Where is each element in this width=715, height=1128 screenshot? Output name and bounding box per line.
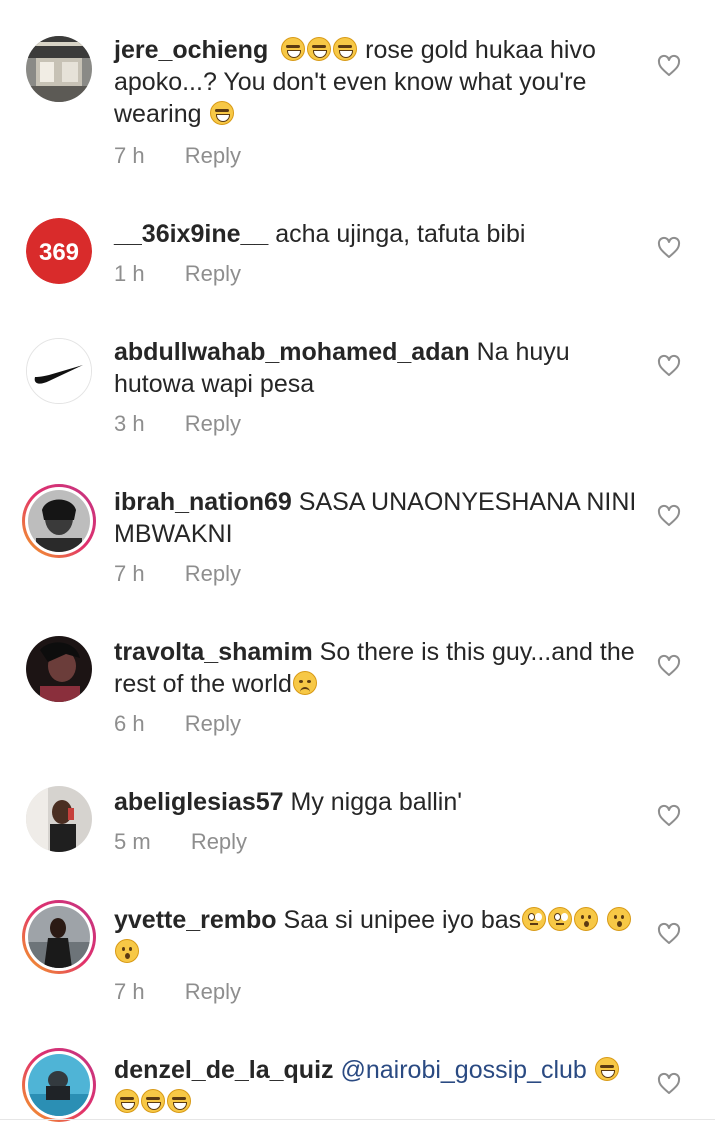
- comment-meta: 7 h Reply: [114, 978, 241, 1006]
- comment-text: __36ix9ine__ acha ujinga, tafuta bibi: [114, 218, 644, 250]
- comment-meta: 7 h Reply: [114, 142, 241, 170]
- reply-button[interactable]: Reply: [185, 978, 241, 1006]
- eye-roll-emoji-icon: [522, 907, 547, 931]
- reply-button[interactable]: Reply: [185, 560, 241, 588]
- laughing-emoji-icon: [333, 37, 358, 61]
- comment-username[interactable]: denzel_de_la_quiz: [114, 1056, 334, 1084]
- avatar[interactable]: [26, 338, 92, 404]
- reply-button[interactable]: Reply: [185, 410, 241, 438]
- avatar[interactable]: [26, 636, 92, 702]
- laughing-emoji-icon: [141, 1089, 165, 1113]
- comment-username[interactable]: jere_ochieng: [114, 36, 268, 64]
- comment-time: 6 h: [114, 711, 145, 736]
- like-heart-icon[interactable]: [657, 354, 681, 378]
- crying-emoji-icon: [292, 671, 317, 695]
- story-ring-avatar[interactable]: [22, 1048, 96, 1122]
- reply-button[interactable]: Reply: [185, 142, 241, 170]
- eye-roll-emoji-icon: [548, 907, 573, 931]
- comment-time: 7 h: [114, 143, 145, 168]
- comment-body: acha ujinga, tafuta bibi: [268, 220, 526, 248]
- comment-meta: 5 m Reply: [114, 828, 247, 856]
- nike-swoosh-icon: [27, 339, 91, 403]
- reply-button[interactable]: Reply: [191, 828, 247, 856]
- comment-meta: 6 h Reply: [114, 710, 241, 738]
- svg-text:369: 369: [39, 239, 79, 266]
- profile-photo-icon: [28, 490, 90, 552]
- comment-time: 5 m: [114, 829, 151, 854]
- comment-username[interactable]: ibrah_nation69: [114, 488, 292, 516]
- red-369-logo-icon: 369: [26, 218, 92, 284]
- surprised-emoji-icon: [115, 939, 139, 963]
- laughing-emoji-icon: [281, 37, 306, 61]
- comment-text: yvette_rembo Saa si unipee iyo bas: [114, 904, 644, 968]
- comment-username[interactable]: travolta_shamim: [114, 638, 313, 666]
- laughing-emoji-icon: [307, 37, 332, 61]
- comment-username[interactable]: yvette_rembo: [114, 906, 277, 934]
- comment-time: 7 h: [114, 979, 145, 1004]
- surprised-emoji-icon: [607, 907, 632, 931]
- like-heart-icon[interactable]: [657, 922, 681, 946]
- like-heart-icon[interactable]: [657, 804, 681, 828]
- profile-photo-icon: [28, 906, 90, 968]
- comment-text: jere_ochieng rose gold hukaa hivo apoko.…: [114, 34, 644, 130]
- comment-time: 7 h: [114, 561, 145, 586]
- laughing-emoji-icon: [209, 101, 234, 125]
- comment-username[interactable]: __36ix9ine__: [114, 220, 268, 248]
- laughing-emoji-icon: [167, 1089, 191, 1113]
- like-heart-icon[interactable]: [657, 54, 681, 78]
- mention-link[interactable]: @nairobi_gossip_club: [334, 1056, 586, 1084]
- like-heart-icon[interactable]: [657, 504, 681, 528]
- reply-button[interactable]: Reply: [185, 260, 241, 288]
- comment-text: travolta_shamim So there is this guy...a…: [114, 636, 644, 700]
- comment-time: 1 h: [114, 261, 145, 286]
- comment-meta: 3 h Reply: [114, 410, 241, 438]
- comment-text: abdullwahab_mohamed_adan Na huyu hutowa …: [114, 336, 644, 400]
- profile-photo-icon: [26, 636, 92, 702]
- office-interior-avatar-icon: [26, 36, 92, 102]
- comment-text: ibrah_nation69 SASA UNAONYESHANA NINI MB…: [114, 486, 644, 550]
- like-heart-icon[interactable]: [657, 1072, 681, 1096]
- reply-button[interactable]: Reply: [185, 710, 241, 738]
- divider: [0, 1119, 715, 1120]
- like-heart-icon[interactable]: [657, 236, 681, 260]
- avatar[interactable]: [26, 786, 92, 852]
- comment-username[interactable]: abdullwahab_mohamed_adan: [114, 338, 470, 366]
- comment-time: 3 h: [114, 411, 145, 436]
- comment-text: denzel_de_la_quiz @nairobi_gossip_club: [114, 1054, 644, 1118]
- profile-photo-icon: [26, 786, 92, 852]
- avatar[interactable]: 369: [26, 218, 92, 284]
- surprised-emoji-icon: [574, 907, 599, 931]
- comment-body: Saa si unipee iyo bas: [276, 906, 522, 934]
- comment-username[interactable]: abeliglesias57: [114, 788, 284, 816]
- laughing-emoji-icon: [115, 1089, 139, 1113]
- profile-photo-icon: [28, 1054, 90, 1116]
- comment-meta: 7 h Reply: [114, 560, 241, 588]
- like-heart-icon[interactable]: [657, 654, 681, 678]
- story-ring-avatar[interactable]: [22, 900, 96, 974]
- comment-text: abeliglesias57 My nigga ballin': [114, 786, 644, 818]
- comment-meta: 1 h Reply: [114, 260, 241, 288]
- avatar[interactable]: [26, 36, 92, 102]
- story-ring-avatar[interactable]: [22, 484, 96, 558]
- laughing-emoji-icon: [594, 1057, 619, 1081]
- comment-body: My nigga ballin': [283, 788, 463, 816]
